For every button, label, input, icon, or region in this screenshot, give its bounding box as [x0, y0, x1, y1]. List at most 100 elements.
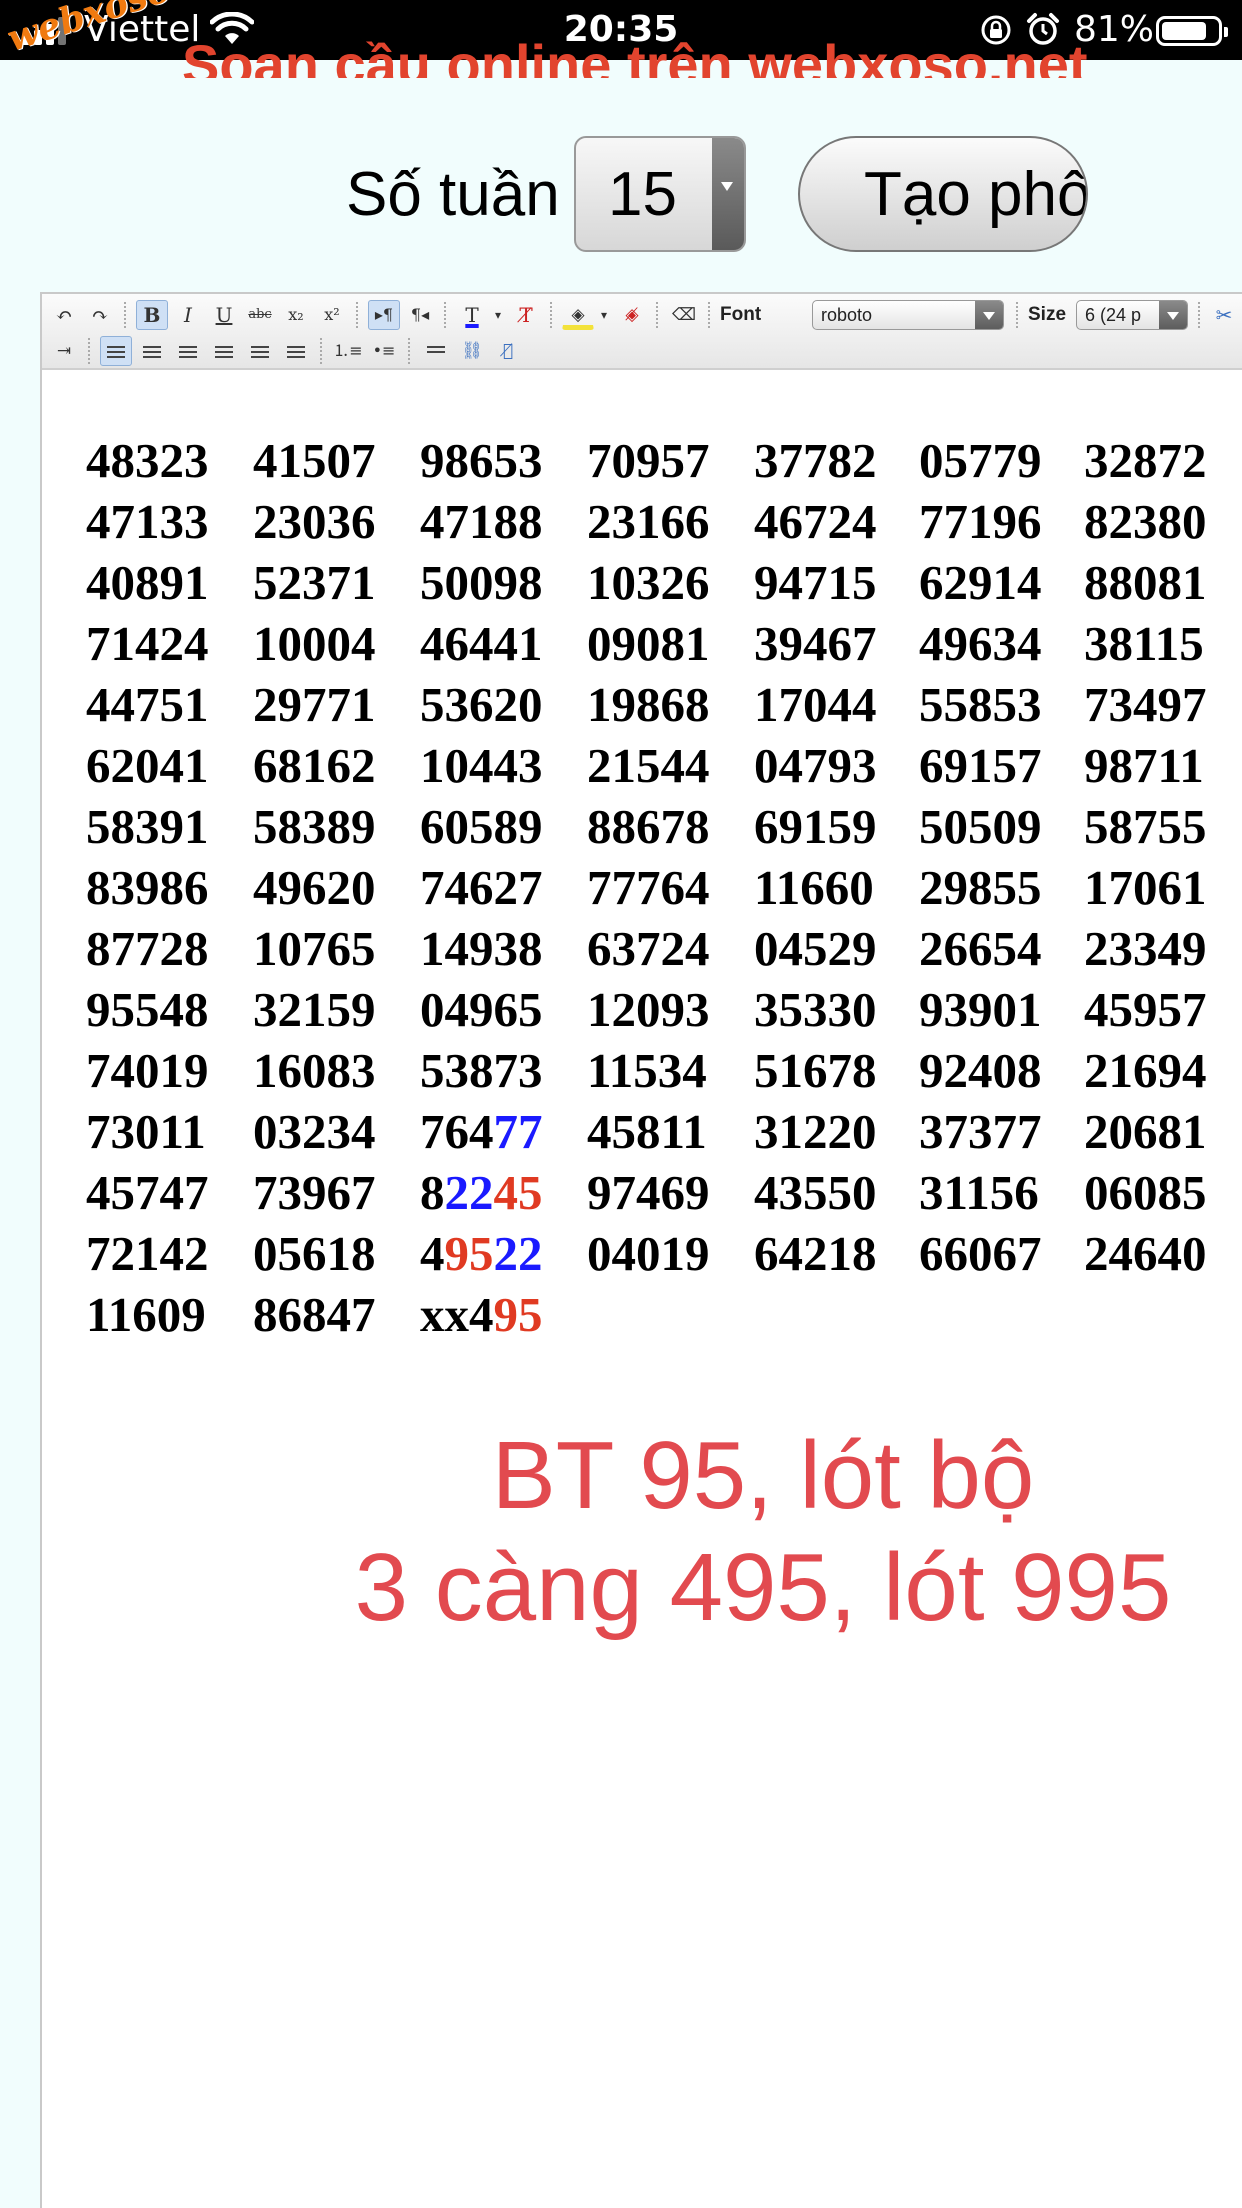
number-digits: 98711: [1084, 738, 1204, 793]
remove-text-color-icon[interactable]: T̸: [510, 300, 542, 330]
editor-content[interactable]: 48323 41507 98653 70957 37782 05779 32872 47133…: [42, 370, 1242, 2208]
number-digits: 50098: [420, 555, 543, 610]
number-cell: 16083: [253, 1040, 420, 1101]
weeks-select-value: 15: [608, 160, 677, 229]
highlight-color-icon[interactable]: ◈: [562, 300, 594, 330]
number-cell: 49634: [919, 613, 1084, 674]
number-digits: 31220: [754, 1104, 877, 1159]
number-cell: 98711: [1084, 735, 1242, 796]
number-digits: 10443: [420, 738, 543, 793]
align-justify-icon[interactable]: [244, 336, 276, 366]
align-right-icon[interactable]: [208, 336, 240, 366]
number-cell: 94715: [754, 552, 919, 613]
number-cell: 48323: [86, 430, 253, 491]
number-digits: 58755: [1084, 799, 1207, 854]
cut-icon[interactable]: ✂: [1208, 300, 1240, 330]
prediction-line-2: 3 càng 495, lót 995: [354, 1534, 1172, 1641]
text-color-icon[interactable]: T: [456, 300, 488, 330]
prediction-note: BT 95, lót bộ 3 càng 495, lót 995: [42, 1420, 1242, 1644]
remove-highlight-icon[interactable]: ◈̸: [616, 300, 648, 330]
number-row: 71424 10004 46441 09081 39467 49634 38115: [86, 613, 1242, 674]
number-digits: 47188: [420, 494, 543, 549]
number-row: 62041 68162 10443 21544 04793 69157 98711: [86, 735, 1242, 796]
generate-button[interactable]: Tạo phô: [798, 136, 1088, 252]
number-digits: 06085: [1084, 1165, 1207, 1220]
number-cell: 47188: [420, 491, 587, 552]
number-cell: 69159: [754, 796, 919, 857]
chevron-down-icon[interactable]: [1159, 301, 1187, 329]
italic-icon[interactable]: I: [172, 300, 204, 330]
font-size-select[interactable]: 6 (24 p: [1076, 300, 1188, 330]
align-left-icon[interactable]: [100, 336, 132, 366]
number-cell: 11660: [754, 857, 919, 918]
strikethrough-icon[interactable]: abc: [244, 300, 276, 330]
number-digits: 37377: [919, 1104, 1042, 1159]
number-cell: 37782: [754, 430, 919, 491]
link-icon[interactable]: ⛓: [456, 336, 488, 366]
horizontal-rule-icon[interactable]: [420, 336, 452, 366]
unordered-list-icon[interactable]: •≡: [368, 336, 400, 366]
number-digits: 05779: [919, 433, 1042, 488]
ordered-list-icon[interactable]: ⒈≡: [332, 336, 364, 366]
number-cell: 53873: [420, 1040, 587, 1101]
number-digits: 64218: [754, 1226, 877, 1281]
font-label: Font: [720, 304, 762, 325]
chevron-down-icon[interactable]: ▾: [596, 300, 612, 330]
align-full-icon[interactable]: [280, 336, 312, 366]
rich-text-editor[interactable]: ↶ ↷ B I U abc x₂ x² ▸¶ ¶◂ T ▾ T̸ ◈ ▾ ◈̸ …: [40, 292, 1242, 2208]
superscript-icon[interactable]: x²: [316, 300, 348, 330]
align-left-plain-icon[interactable]: [136, 336, 168, 366]
redo-icon[interactable]: ↷: [84, 300, 116, 330]
number-digits: 58389: [253, 799, 376, 854]
number-cell: 86847: [253, 1284, 420, 1345]
chevron-down-icon[interactable]: ▾: [490, 300, 506, 330]
generate-button-label: Tạo phô: [864, 160, 1088, 229]
unlink-icon[interactable]: ⛓̸: [492, 336, 524, 366]
number-cell: 04793: [754, 735, 919, 796]
number-cell: 58389: [253, 796, 420, 857]
number-cell: 58755: [1084, 796, 1242, 857]
ltr-direction-icon[interactable]: ▸¶: [368, 300, 400, 330]
number-row: 74019 16083 53873 11534 51678 92408 21694: [86, 1040, 1242, 1101]
subscript-icon[interactable]: x₂: [280, 300, 312, 330]
indent-icon[interactable]: ⇥: [48, 336, 80, 366]
number-digits: 46724: [754, 494, 877, 549]
underline-icon[interactable]: U: [208, 300, 240, 330]
number-cell: 19868: [587, 674, 754, 735]
number-digits: 52371: [253, 555, 376, 610]
chevron-down-icon[interactable]: [975, 301, 1003, 329]
number-row: 48323 41507 98653 70957 37782 05779 32872: [86, 430, 1242, 491]
undo-icon[interactable]: ↶: [48, 300, 80, 330]
chevron-down-icon[interactable]: [712, 138, 744, 250]
number-digits: 53620: [420, 677, 543, 732]
number-cell: 88678: [587, 796, 754, 857]
number-digits: 73967: [253, 1165, 376, 1220]
number-digits: 17044: [754, 677, 877, 732]
number-cell: 45811: [587, 1101, 754, 1162]
rtl-direction-icon[interactable]: ¶◂: [404, 300, 436, 330]
bold-icon[interactable]: B: [136, 300, 168, 330]
number-cell: 21544: [587, 735, 754, 796]
number-digits: 4: [420, 1226, 445, 1281]
number-cell: 26654: [919, 918, 1084, 979]
number-row: 83986 49620 74627 77764 11660 29855 17061: [86, 857, 1242, 918]
number-cell: 77764: [587, 857, 754, 918]
number-digits: 10765: [253, 921, 376, 976]
number-cell: 10326: [587, 552, 754, 613]
eraser-icon[interactable]: ⌫: [668, 300, 700, 330]
number-digits: 69157: [919, 738, 1042, 793]
number-cell: 43550: [754, 1162, 919, 1223]
align-center-icon[interactable]: [172, 336, 204, 366]
number-digits: 62041: [86, 738, 209, 793]
number-digits: 72142: [86, 1226, 209, 1281]
weeks-select[interactable]: 15: [574, 136, 746, 252]
font-family-value: roboto: [821, 305, 873, 325]
number-digits: 70957: [587, 433, 710, 488]
number-digits: 05618: [253, 1226, 376, 1281]
number-cell: 74627: [420, 857, 587, 918]
number-cell: 44751: [86, 674, 253, 735]
number-digits: 49620: [253, 860, 376, 915]
number-cell: 73497: [1084, 674, 1242, 735]
number-cell: 04019: [587, 1223, 754, 1284]
font-family-select[interactable]: roboto: [812, 300, 1004, 330]
